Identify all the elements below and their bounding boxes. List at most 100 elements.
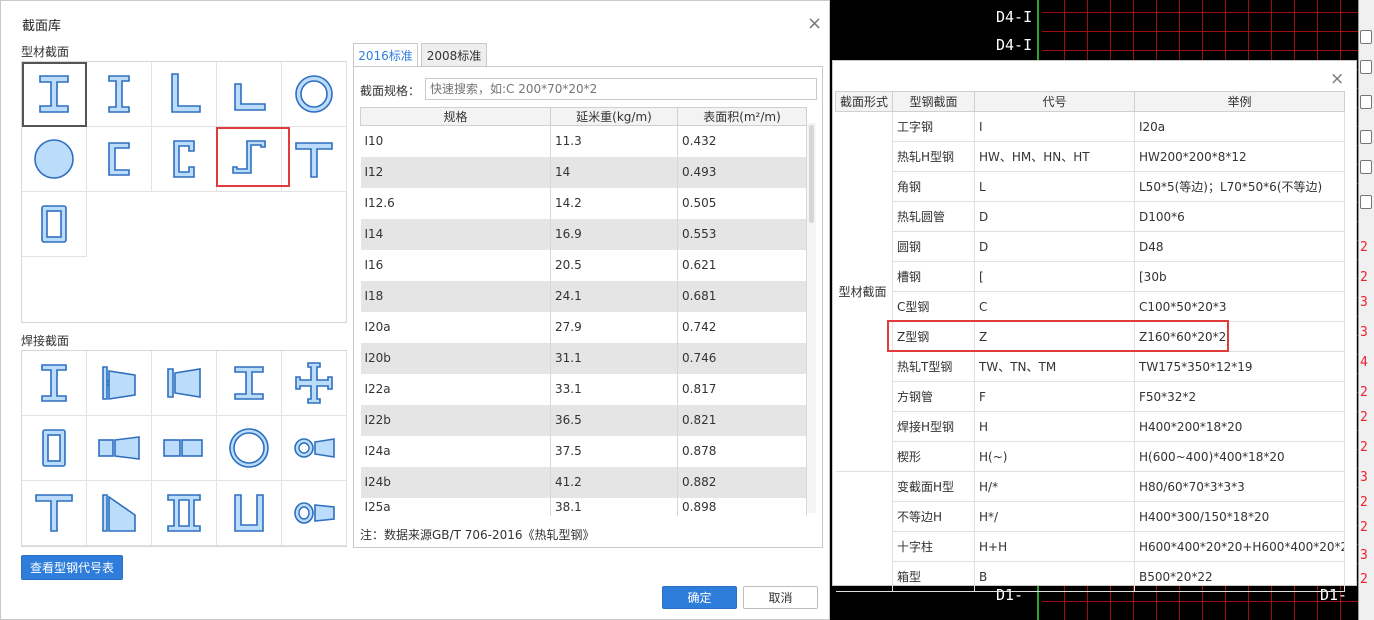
spec-cell: I22b — [360, 404, 551, 436]
stepped-box-icon[interactable] — [152, 416, 217, 481]
rect-tube-icon[interactable] — [22, 192, 87, 257]
z-section-icon[interactable] — [216, 127, 290, 192]
welded-h-icon[interactable] — [22, 351, 87, 416]
section-name-cell: 热轧T型钢 — [892, 351, 975, 382]
tab-2008-standard[interactable]: 2008标准 — [421, 43, 487, 67]
welded-t-icon[interactable] — [22, 481, 87, 546]
double-h-icon[interactable] — [152, 481, 217, 546]
toolbar-icon[interactable] — [1360, 195, 1372, 209]
area-cell: 0.493 — [677, 156, 807, 188]
area-cell: 0.553 — [677, 218, 807, 250]
ok-button[interactable]: 确定 — [662, 586, 737, 609]
section-name-cell: 热轧圆管 — [892, 201, 975, 232]
weight-cell: 38.1 — [550, 497, 678, 516]
code-cell: I — [974, 111, 1135, 142]
channel-icon[interactable] — [87, 127, 152, 192]
search-input[interactable] — [425, 78, 817, 100]
weight-cell: 41.2 — [550, 466, 678, 498]
section-name-cell: 不等边H — [892, 501, 975, 532]
cad-label: D4-I — [996, 36, 1033, 54]
table-row: 变截面H型 H/* H80/60*70*3*3*3 — [835, 471, 1345, 592]
table-row[interactable]: I14 16.9 0.553 — [360, 218, 807, 250]
welded-section-label: 焊接截面 — [21, 334, 70, 348]
table-row[interactable]: I12.6 14.2 0.505 — [360, 187, 807, 219]
narrow-i-beam-icon[interactable] — [87, 62, 152, 127]
profile-section-grid — [21, 61, 347, 323]
close-icon[interactable]: × — [807, 15, 822, 33]
column-header[interactable]: 规格 — [360, 107, 551, 126]
table-row[interactable]: I16 20.5 0.621 — [360, 249, 807, 281]
table-row[interactable]: I10 11.3 0.432 — [360, 125, 807, 157]
toolbar-icon[interactable] — [1360, 60, 1372, 74]
cad-side-text: 3 — [1360, 325, 1368, 340]
cad-side-text: 3 — [1360, 470, 1368, 485]
tapered-tube-icon[interactable] — [282, 416, 347, 481]
table-row[interactable]: I18 24.1 0.681 — [360, 280, 807, 312]
toolbar-icon[interactable] — [1360, 160, 1372, 174]
weight-cell: 33.1 — [550, 373, 678, 405]
spec-cell: I25a — [360, 497, 551, 516]
cad-green-line — [1037, 0, 1039, 60]
cad-side-text: 2 — [1360, 520, 1368, 535]
box-icon[interactable] — [22, 416, 87, 481]
code-cell: H/* — [974, 471, 1135, 502]
table-row: 圆钢 D D48 — [836, 231, 1345, 262]
t-section-icon[interactable] — [282, 127, 347, 192]
weight-cell: 11.3 — [550, 125, 678, 157]
section-name-cell: 变截面H型 — [892, 471, 975, 502]
example-cell: I20a — [1134, 111, 1345, 142]
table-row[interactable]: I12 14 0.493 — [360, 156, 807, 188]
view-steel-codes-button[interactable]: 查看型钢代号表 — [21, 555, 123, 580]
solid-round-icon[interactable] — [22, 127, 87, 192]
equal-angle-icon[interactable] — [152, 62, 217, 127]
scrollbar-thumb[interactable] — [809, 125, 814, 223]
area-cell: 0.882 — [677, 466, 807, 498]
tapered-box-icon[interactable] — [87, 416, 152, 481]
tab-2016-standard[interactable]: 2016标准 — [353, 43, 418, 67]
tube-taper-icon[interactable] — [282, 481, 347, 546]
toolbar-icon[interactable] — [1360, 95, 1372, 109]
c-channel-icon[interactable] — [152, 127, 217, 192]
tapered-h2-icon[interactable] — [152, 351, 217, 416]
spec-cell: I16 — [360, 249, 551, 281]
cross-section-icon[interactable] — [282, 351, 347, 416]
cancel-button[interactable]: 取消 — [743, 586, 818, 609]
cad-side-text: 2 — [1360, 572, 1368, 587]
example-cell: H80/60*70*3*3*3 — [1134, 471, 1345, 502]
round-tube-icon[interactable] — [282, 62, 347, 127]
table-row: 热轧圆管 D D100*6 — [836, 201, 1345, 232]
example-cell: D100*6 — [1134, 201, 1345, 232]
3d-view-icon[interactable] — [1360, 30, 1372, 44]
i-beam-icon[interactable] — [22, 62, 87, 127]
spec-cell: I18 — [360, 280, 551, 312]
spec-cell: I20a — [360, 311, 551, 343]
area-cell: 0.681 — [677, 280, 807, 312]
steel-code-table-popup: × 截面形式 型钢截面 代号 举例 型材截面 工字钢 I I20a 热轧H型钢 H… — [832, 60, 1357, 592]
table-row: 焊接H型钢 H H400*200*18*20 — [836, 411, 1345, 442]
table-row: 热轧H型钢 HW、HM、HN、HT HW200*200*8*12 — [836, 141, 1345, 172]
column-header[interactable]: 表面积(m²/m) — [677, 107, 807, 126]
weight-cell: 31.1 — [550, 342, 678, 374]
round-tube-icon[interactable] — [217, 416, 282, 481]
table-row[interactable]: I20a 27.9 0.742 — [360, 311, 807, 343]
table-row[interactable]: I20b 31.1 0.746 — [360, 342, 807, 374]
tapered-h-icon[interactable] — [87, 351, 152, 416]
cad-side-text: 2 — [1360, 410, 1368, 425]
column-header[interactable]: 延米重(kg/m) — [550, 107, 678, 126]
table-row[interactable]: I25a 38.1 0.898 — [360, 497, 807, 516]
tapered-t-icon[interactable] — [87, 481, 152, 546]
table-row[interactable]: I22b 36.5 0.821 — [360, 404, 807, 436]
column-header: 型钢截面 — [892, 91, 975, 112]
section-name-cell: 槽钢 — [892, 261, 975, 292]
area-cell: 0.898 — [677, 497, 807, 516]
unequal-angle-icon[interactable] — [217, 62, 282, 127]
narrow-h-icon[interactable] — [217, 351, 282, 416]
table-row[interactable]: I24b 41.2 0.882 — [360, 466, 807, 498]
section-name-cell: 工字钢 — [892, 111, 975, 142]
section-name-cell: 十字柱 — [892, 531, 975, 562]
close-icon[interactable]: × — [1330, 71, 1344, 88]
table-row[interactable]: I22a 33.1 0.817 — [360, 373, 807, 405]
toolbar-icon[interactable] — [1360, 130, 1372, 144]
u-section-icon[interactable] — [217, 481, 282, 546]
table-row[interactable]: I24a 37.5 0.878 — [360, 435, 807, 467]
